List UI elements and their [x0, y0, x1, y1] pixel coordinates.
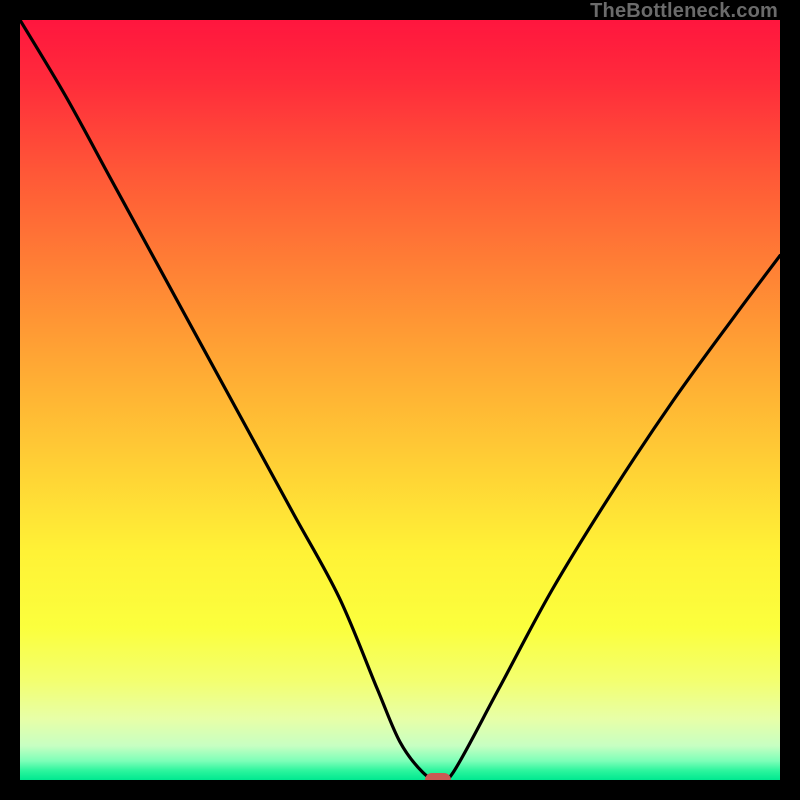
chart-frame: TheBottleneck.com — [0, 0, 800, 800]
optimal-point-marker — [425, 773, 451, 780]
plot-area — [20, 20, 780, 780]
bottleneck-curve — [20, 20, 780, 780]
